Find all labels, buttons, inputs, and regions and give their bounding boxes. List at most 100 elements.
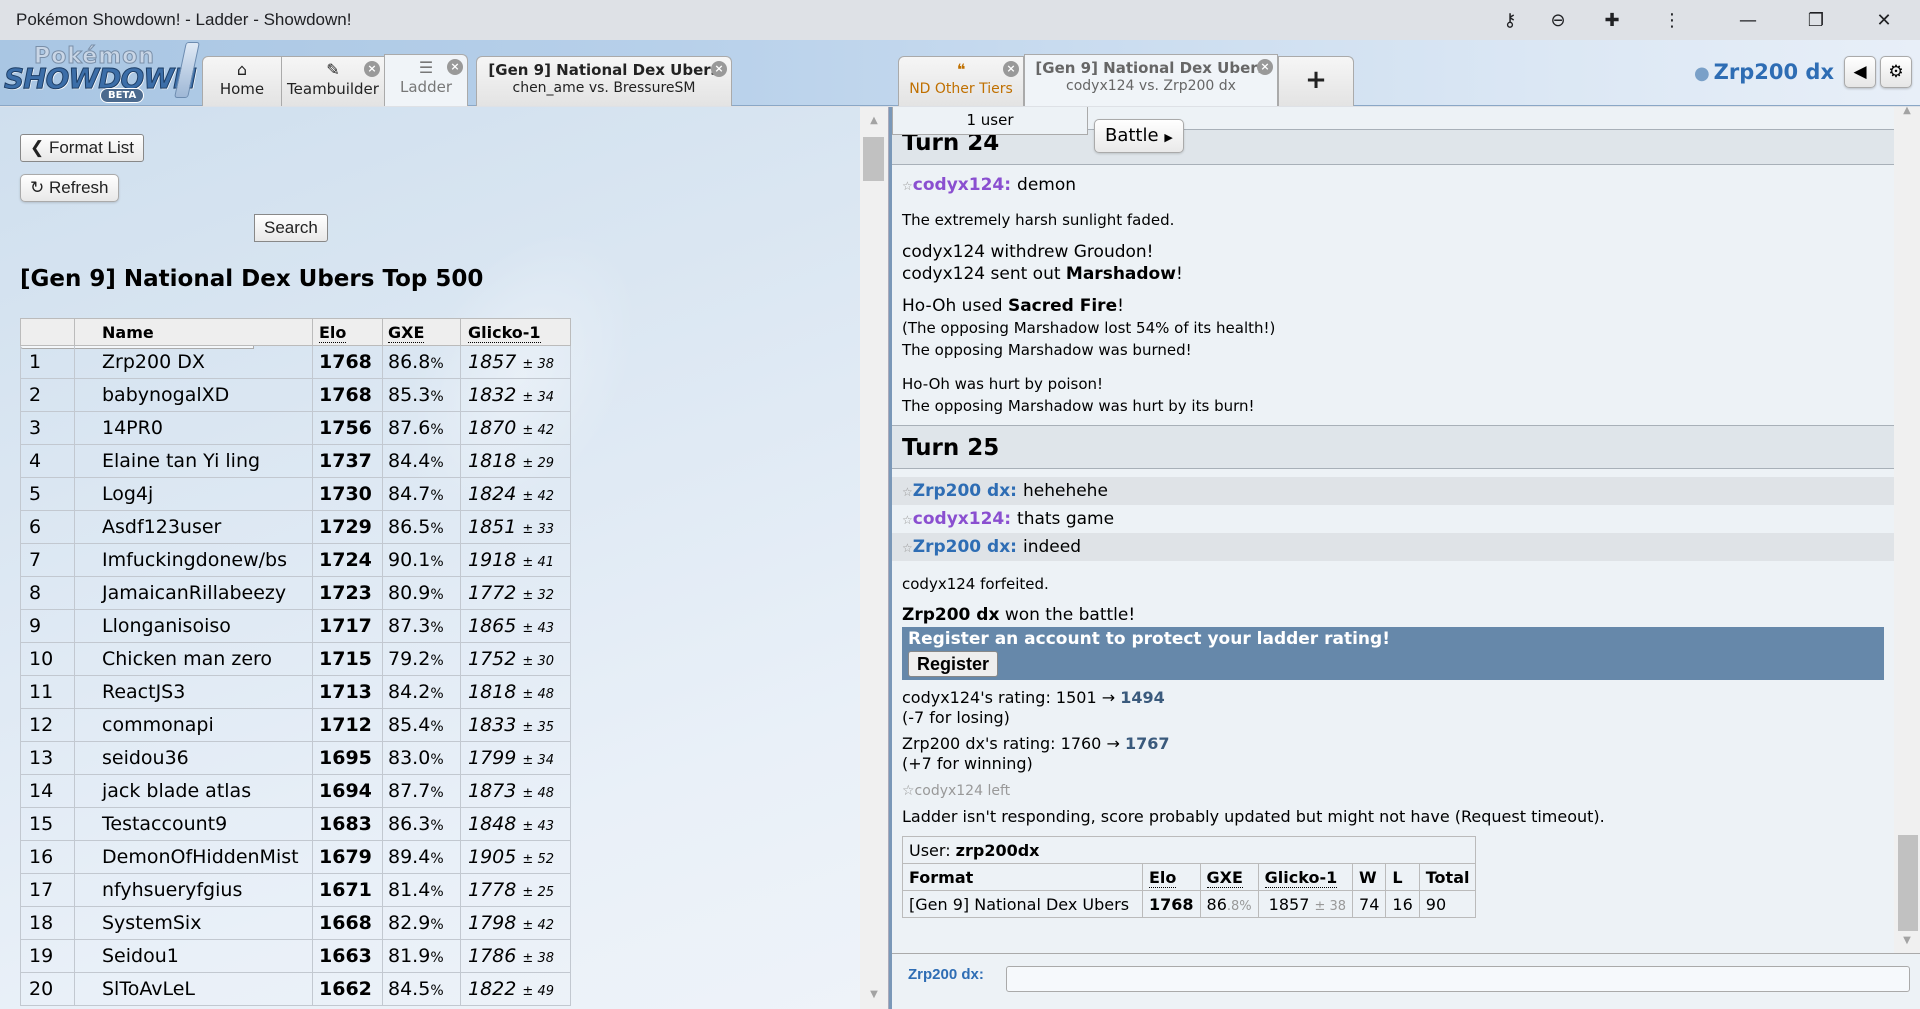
ladder-rank: 2: [20, 378, 75, 412]
close-tab-icon[interactable]: ×: [447, 59, 463, 75]
ladder-gxe: 85.3%: [382, 378, 461, 412]
puzzle-icon[interactable]: ✚: [1600, 8, 1624, 32]
col-gxe[interactable]: GXE: [382, 318, 461, 346]
gxe-value: 86.3: [388, 813, 431, 835]
tab-battle-chen-ame[interactable]: [Gen 9] National Dex Ubers chen_ame vs. …: [476, 56, 732, 106]
tab-nd-other-tiers[interactable]: ❝ ND Other Tiers ×: [898, 56, 1024, 106]
restore-icon[interactable]: ❐: [1804, 8, 1828, 32]
chat-username[interactable]: Zrp200 dx:: [913, 481, 1017, 501]
scroll-up-icon[interactable]: ▲: [860, 115, 888, 126]
tab-battle-codyx124[interactable]: [Gen 9] National Dex Ubers codyx124 vs. …: [1024, 54, 1278, 106]
gxe-value: 80.9: [388, 582, 431, 604]
ladder-username[interactable]: JamaicanRillabeezy: [74, 576, 313, 610]
chat-username[interactable]: codyx124:: [913, 509, 1011, 529]
ladder-username[interactable]: Zrp200 DX: [74, 345, 313, 379]
ladder-username[interactable]: 14PR0: [74, 411, 313, 445]
chat-username[interactable]: codyx124:: [913, 175, 1011, 195]
glicko-dev: ± 29: [522, 456, 554, 471]
ladder-username[interactable]: Llonganisoiso: [74, 609, 313, 643]
ladder-username[interactable]: DemonOfHiddenMist: [74, 840, 313, 874]
glicko-value: 1848: [468, 813, 517, 835]
register-button[interactable]: Register: [908, 651, 999, 677]
format-list-button[interactable]: ❮ Format List: [20, 134, 144, 162]
chat-input-label: Zrp200 dx:: [908, 966, 984, 983]
scroll-down-icon[interactable]: ▼: [860, 989, 888, 1000]
ladder-username[interactable]: Asdf123user: [74, 510, 313, 544]
ladder-username[interactable]: nfyhsueryfgius: [74, 873, 313, 907]
ladder-username[interactable]: SlToAvLeL: [74, 972, 313, 1006]
volume-button[interactable]: ◀: [1844, 56, 1876, 88]
ladder-username[interactable]: babynogalXD: [74, 378, 313, 412]
ladder-username[interactable]: Seidou1: [74, 939, 313, 973]
close-tab-icon[interactable]: ×: [364, 61, 380, 77]
battle-message: codyx124 withdrew Groudon!: [902, 242, 1154, 262]
minimize-icon[interactable]: —: [1736, 8, 1760, 32]
chat-username[interactable]: Zrp200 dx:: [913, 537, 1017, 557]
ladder-username[interactable]: Log4j: [74, 477, 313, 511]
ladder-username[interactable]: Chicken man zero: [74, 642, 313, 676]
stats-user-row: User: zrp200dx: [901, 836, 1477, 864]
glicko-value: 1822: [468, 978, 517, 1000]
new-tab-button[interactable]: +: [1278, 56, 1354, 106]
zoom-out-icon[interactable]: ⊖: [1546, 8, 1570, 32]
refresh-button[interactable]: ↻ Refresh: [20, 174, 119, 202]
ladder-table: Name Elo GXE Glicko-1 1 Zrp200 DX 1768 86.8…: [20, 318, 571, 1006]
ladder-elo: 1723: [312, 576, 383, 610]
scroll-thumb[interactable]: [1898, 835, 1918, 931]
close-tab-icon[interactable]: ×: [711, 61, 727, 77]
tab-home[interactable]: ⌂ Home: [202, 56, 282, 106]
glicko-dev-value: 33: [537, 522, 554, 537]
ladder-elo: 1713: [312, 675, 383, 709]
close-tab-icon[interactable]: ×: [1003, 61, 1019, 77]
search-button[interactable]: Search: [254, 214, 328, 242]
userlist-toggle[interactable]: 1 user: [892, 107, 1088, 135]
ladder-username[interactable]: Testaccount9: [74, 807, 313, 841]
tab-ladder[interactable]: ☰ Ladder ×: [384, 54, 468, 106]
ladder-username[interactable]: commonapi: [74, 708, 313, 742]
ladder-glicko: 1851 ± 33: [460, 510, 571, 544]
stats-gxe: 86.8%: [1199, 890, 1259, 918]
scroll-up-icon[interactable]: ▲: [1894, 105, 1920, 116]
refresh-label: Refresh: [48, 178, 109, 197]
ladder-username[interactable]: jack blade atlas: [74, 774, 313, 808]
ladder-elo: 1662: [312, 972, 383, 1006]
col-elo[interactable]: Elo: [312, 318, 383, 346]
glicko-dev: ± 48: [522, 687, 554, 702]
battle-log-scrollbar[interactable]: ▲ ▼: [1894, 105, 1920, 953]
chat-input[interactable]: [1006, 966, 1910, 992]
tab-teambuilder[interactable]: ✎ Teambuilder ×: [281, 56, 385, 106]
battle-message: The extremely harsh sunlight faded.: [902, 211, 1175, 229]
caret-right-icon: ▶: [1164, 131, 1173, 144]
glicko-value: 1865: [468, 615, 517, 637]
close-tab-icon[interactable]: ×: [1257, 59, 1273, 75]
ladder-username[interactable]: Elaine tan Yi ling: [74, 444, 313, 478]
scroll-down-icon[interactable]: ▼: [1894, 935, 1920, 946]
chat-message: ☆Zrp200 dx: hehehehe: [892, 477, 1894, 505]
close-icon[interactable]: ✕: [1872, 8, 1896, 32]
stats-gxe-int: 86: [1206, 894, 1227, 914]
col-glicko[interactable]: Glicko-1: [460, 318, 571, 346]
ladder-glicko: 1824 ± 42: [460, 477, 571, 511]
ladder-username[interactable]: ReactJS3: [74, 675, 313, 709]
ladder-username[interactable]: SystemSix: [74, 906, 313, 940]
ladder-scrollbar[interactable]: ▲ ▼: [860, 107, 888, 1009]
ladder-rank: 9: [20, 609, 75, 643]
ladder-glicko: 1832 ± 34: [460, 378, 571, 412]
ladder-username[interactable]: Imfuckingdonew/bs: [74, 543, 313, 577]
stats-col-elo-label: Elo: [1149, 867, 1177, 888]
username-button[interactable]: ● Zrp200 dx: [1694, 60, 1834, 84]
ladder-username[interactable]: seidou36: [74, 741, 313, 775]
scroll-thumb[interactable]: [863, 137, 884, 181]
settings-button[interactable]: ⚙: [1880, 56, 1912, 88]
tab-ladder-label: Ladder: [400, 78, 452, 96]
showdown-logo[interactable]: Pokémon SHOWDOWN BETA: [4, 42, 200, 103]
logo-beta: BETA: [100, 88, 145, 103]
more-vert-icon[interactable]: ⋮: [1660, 8, 1684, 32]
ladder-row: 20 SlToAvLeL 1662 84.5% 1822 ± 49: [20, 972, 571, 1006]
ladder-rank: 5: [20, 477, 75, 511]
key-icon[interactable]: ⚷: [1498, 8, 1522, 32]
stats-col-gxe-label: GXE: [1206, 867, 1243, 888]
percent-sign: %: [430, 554, 444, 570]
ladder-gxe: 80.9%: [382, 576, 461, 610]
battle-toggle-button[interactable]: Battle ▶: [1094, 119, 1184, 153]
